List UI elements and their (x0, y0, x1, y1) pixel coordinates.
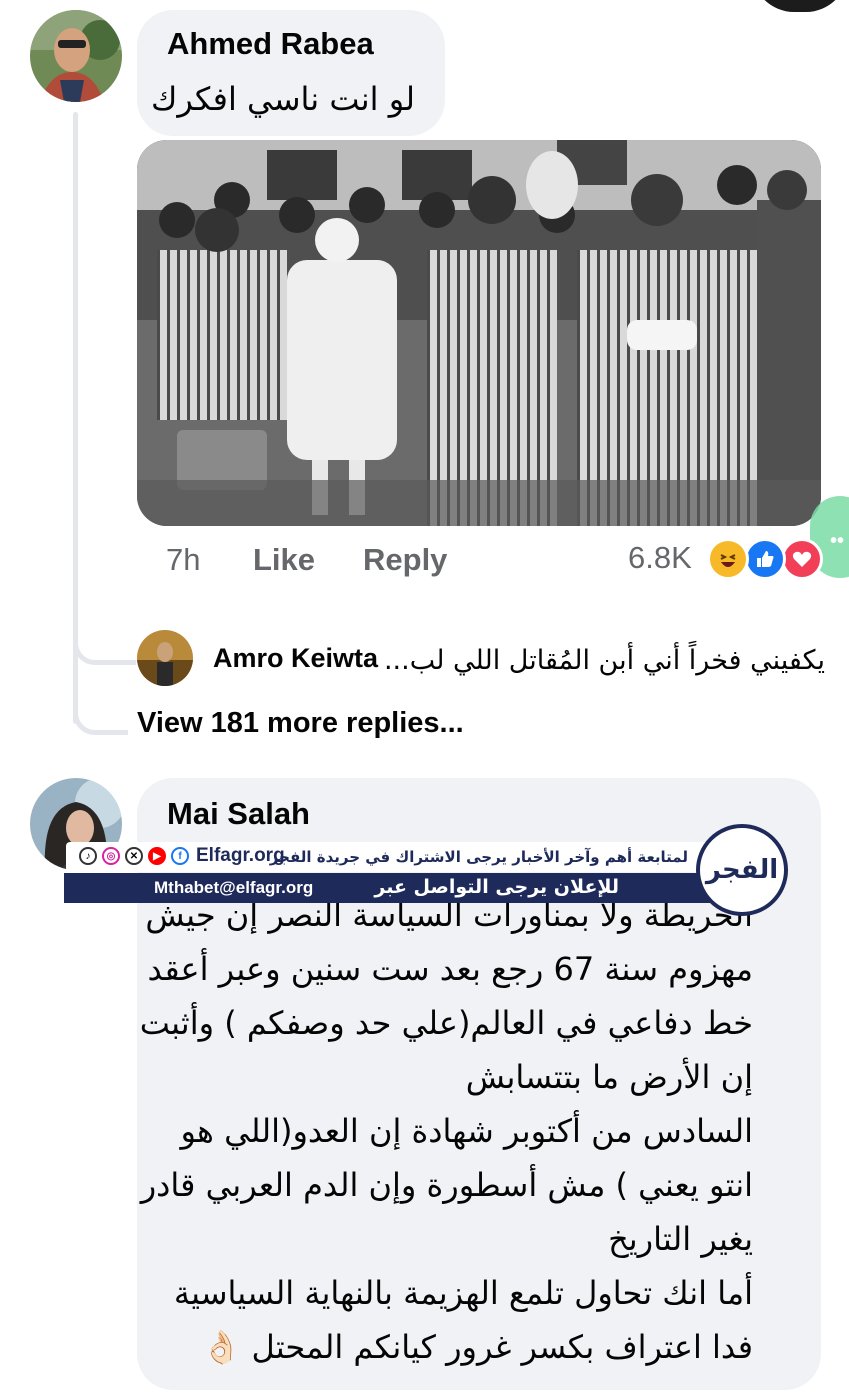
overlay-follow-text: لمتابعة أهم وآخر الأخبار يرجى الاشتراك ف… (269, 848, 688, 866)
avatar[interactable] (30, 10, 122, 102)
reply-avatar-photo (137, 630, 193, 686)
comment-author[interactable]: Ahmed Rabea (167, 26, 374, 62)
logo-text: الفجر (705, 855, 779, 885)
elfagr-logo: الفجر (696, 824, 788, 916)
comment-photo[interactable] (137, 140, 821, 526)
dots-icon: •• (830, 530, 845, 552)
comment-text-line: إن الأرض ما بتتسابش (465, 1058, 753, 1096)
avatar-photo (30, 10, 122, 102)
photo-image (137, 140, 821, 526)
comment-bubble[interactable]: Ahmed Rabea لو انت ناسي افكرك (137, 10, 445, 136)
reply-avatar[interactable] (137, 630, 193, 686)
comment-text-line: يغير التاريخ (608, 1220, 753, 1258)
comment-text-line: انتو يعني ) مش أسطورة وإن الدم العربي قا… (140, 1166, 753, 1204)
x-icon: ✕ (125, 847, 143, 865)
overlay-ad-text: للإعلان يرجى التواصل عبر (374, 876, 619, 898)
social-icons: ♪ ◎ ✕ ▶ f (74, 847, 189, 865)
reply-button[interactable]: Reply (363, 542, 447, 578)
youtube-icon: ▶ (148, 847, 166, 865)
comment-text-line: أما انك تحاول تلمع الهزيمة بالنهاية السي… (173, 1274, 753, 1312)
reply-author[interactable]: Amro Keiwta (213, 643, 378, 674)
overlay-ad-bar: Mthabet@elfagr.org للإعلان يرجى التواصل … (64, 873, 724, 903)
facebook-icon: f (171, 847, 189, 865)
love-reaction-icon[interactable] (781, 538, 823, 580)
thread-branch (73, 612, 136, 665)
reply-text[interactable]: يكفيني فخراً أني أبن المُقاتل اللي لب... (384, 645, 825, 676)
comment-text-line: مهزوم سنة 67 رجع بعد ست سنين وعبر أعقد (147, 950, 753, 988)
comment-text-line: السادس من أكتوبر شهادة إن العدو(اللي هو (180, 1112, 754, 1150)
haha-reaction-icon[interactable] (707, 538, 749, 580)
comment-text-line: فدا اعتراف بكسر غرور كيانكم المحتل 👌🏻 (201, 1328, 754, 1366)
comment-text: الخريطة ولا بمناورات السياسة النصر إن جي… (113, 888, 753, 1374)
overlay-follow-bar: ♪ ◎ ✕ ▶ f Elfagr.org لمتابعة أهم وآخر ال… (66, 842, 706, 872)
comment-text: لو انت ناسي افكرك (150, 80, 415, 118)
thread-branch (73, 680, 128, 735)
comment-author[interactable]: Mai Salah (167, 796, 310, 832)
reaction-count[interactable]: 6.8K (628, 540, 692, 576)
instagram-icon: ◎ (102, 847, 120, 865)
comment-timestamp: 7h (166, 542, 201, 577)
like-button[interactable]: Like (253, 542, 315, 578)
like-reaction-icon[interactable] (744, 538, 786, 580)
tiktok-icon: ♪ (79, 847, 97, 865)
comment-text-line: خط دفاعي في العالم(علي حد وصفكم ) وأثبت (139, 1004, 753, 1042)
overlay-email: Mthabet@elfagr.org (154, 878, 314, 897)
view-more-replies[interactable]: View 181 more replies... (137, 707, 464, 740)
partial-top-element (752, 0, 848, 12)
